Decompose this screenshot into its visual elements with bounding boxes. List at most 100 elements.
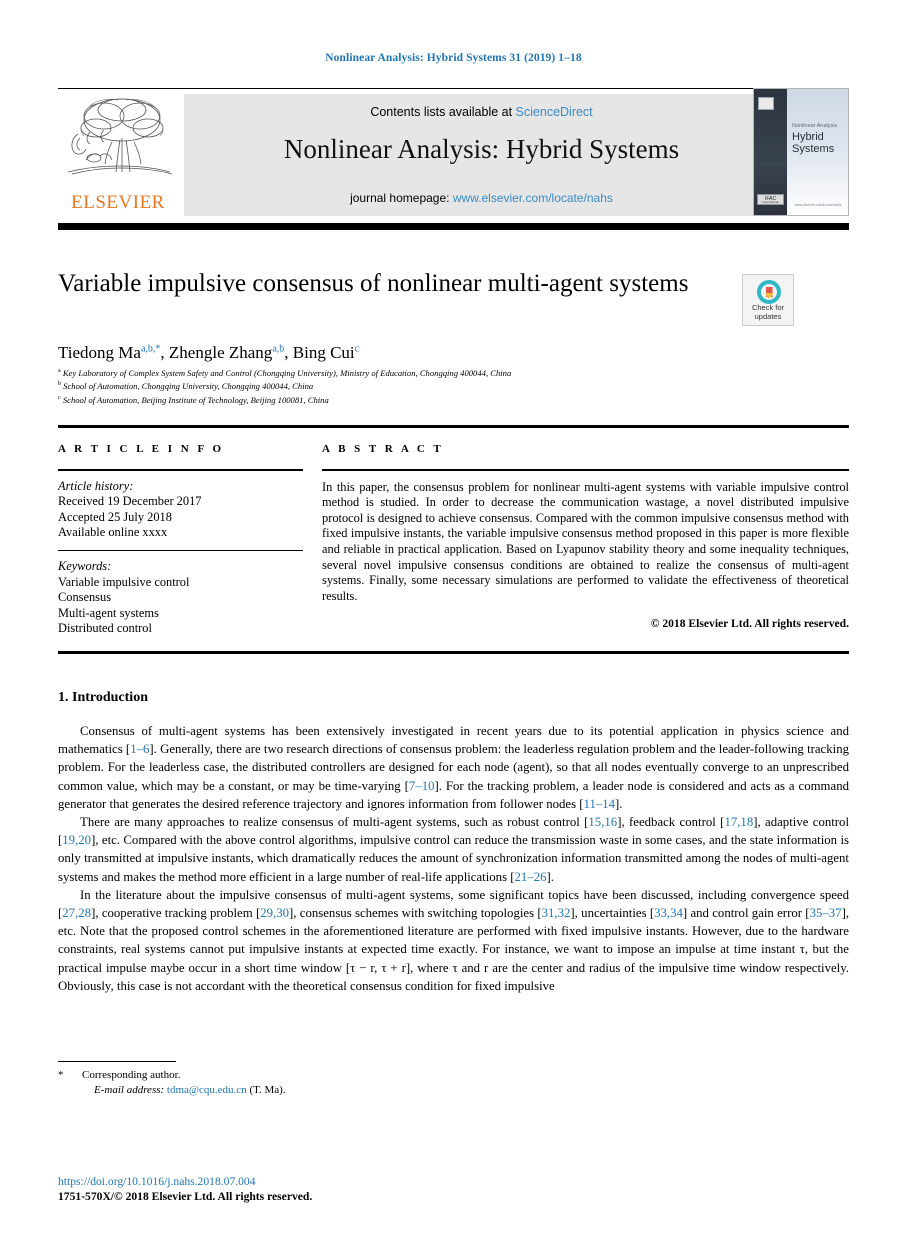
author-name: Zhengle Zhang: [168, 343, 273, 362]
citation-link[interactable]: 11–14: [584, 797, 616, 811]
keyword-item: Multi-agent systems: [58, 605, 159, 620]
citation-link[interactable]: 27,28: [62, 906, 91, 920]
keywords-group: Keywords: Variable impulsive control Con…: [58, 559, 303, 637]
author-name: Bing Cui: [292, 343, 355, 362]
keywords-rule: [58, 549, 303, 552]
cover-title: Hybrid Systems: [792, 131, 846, 155]
author-affiliation-marker: a,b,*: [140, 343, 161, 355]
affiliation-marker: a: [58, 368, 61, 374]
abstract-rule: [322, 469, 849, 471]
masthead-top-rule: [58, 88, 849, 89]
citation-link[interactable]: 31,32: [542, 906, 571, 920]
paragraph-text: There are many approaches to realize con…: [80, 815, 589, 830]
journal-title: Nonlinear Analysis: Hybrid Systems: [283, 134, 680, 164]
paragraph-text: ], feedback control [: [617, 815, 725, 830]
crossmark-inner-icon: [761, 284, 777, 300]
citation-link[interactable]: 35–37: [810, 906, 842, 920]
masthead-thick-divider: [58, 223, 849, 230]
keyword-item: Variable impulsive control: [58, 574, 190, 589]
cover-title-line1: Hybrid: [792, 131, 824, 143]
body-text: Consensus of multi-agent systems has bee…: [58, 722, 849, 995]
affiliation-item: a Key Laboratory of Complex System Safet…: [58, 366, 848, 379]
section-heading-introduction: 1. Introduction: [58, 690, 148, 705]
citation-link[interactable]: 29,30: [260, 906, 289, 920]
affiliation-marker: b: [58, 381, 61, 388]
paragraph-text: ] and control gain error [: [682, 906, 810, 921]
body-paragraph: There are many approaches to realize con…: [58, 813, 849, 886]
paragraph-text: ].: [546, 869, 554, 884]
corresponding-author-text: Corresponding author.: [82, 1069, 181, 1081]
affiliation-list: a Key Laboratory of Complex System Safet…: [58, 366, 848, 406]
doi-block: https://doi.org/10.1016/j.nahs.2018.07.0…: [58, 1174, 558, 1204]
email-note: E-mail address: tdma@cqu.edu.cn (T. Ma).: [58, 1083, 558, 1098]
article-history-item: Available online xxxx: [58, 525, 168, 540]
journal-homepage-link[interactable]: www.elsevier.com/locate/nahs: [453, 191, 613, 205]
body-section-top-rule: [58, 651, 849, 654]
footnote-rule: [58, 1061, 176, 1063]
homepage-prefix: journal homepage:: [350, 191, 453, 205]
article-history-item: Accepted 25 July 2018: [58, 509, 172, 524]
citation-link[interactable]: 15,16: [588, 815, 617, 829]
contents-box: Contents lists available at ScienceDirec…: [184, 94, 779, 216]
cover-superline: Nonlinear Analysis: [792, 123, 838, 129]
keyword-item: Consensus: [58, 590, 112, 605]
footnote-block: * Corresponding author. E-mail address: t…: [58, 1068, 558, 1097]
article-history-group: Article history: Received 19 December 20…: [58, 479, 303, 541]
crossmark-label-line2: updates: [754, 311, 782, 321]
author-name: Tiedong Ma: [58, 343, 141, 362]
article-info-rule: [58, 469, 303, 471]
paragraph-text: ], uncertainties [: [570, 906, 655, 921]
paragraph-text: ], consensus schemes with switching topo…: [289, 906, 542, 921]
corresponding-author-marker: *: [58, 1069, 64, 1081]
article-info-column: A R T I C L E I N F O Article history: R…: [58, 443, 303, 637]
paragraph-text: ].: [615, 796, 623, 811]
keyword-item: Distributed control: [58, 621, 152, 636]
email-suffix: (T. Ma).: [249, 1083, 286, 1096]
author-list: Tiedong Maa,b,*, Zhengle Zhanga,b, Bing …: [58, 343, 360, 362]
article-info-heading: A R T I C L E I N F O: [58, 443, 225, 455]
crossmark-label: Check for updates: [743, 303, 793, 321]
citation-link[interactable]: 19,20: [62, 833, 91, 847]
journal-article-page: Nonlinear Analysis: Hybrid Systems 31 (2…: [0, 0, 907, 1238]
email-label: E-mail address:: [94, 1083, 165, 1096]
abstract-column: A B S T R A C T In this paper, the conse…: [322, 443, 849, 630]
article-history-label: Article history:: [58, 478, 134, 493]
keywords-label: Keywords:: [58, 559, 112, 574]
sciencedirect-link[interactable]: ScienceDirect: [516, 105, 593, 119]
contents-lists-line: Contents lists available at ScienceDirec…: [184, 105, 779, 119]
info-section-top-rule: [58, 425, 849, 428]
cover-footer-url: www.elsevier.com/locate/nahs: [794, 203, 842, 207]
ifac-badge-sub: International Federation of Automatic Co…: [758, 200, 783, 212]
contents-prefix: Contents lists available at: [370, 105, 516, 119]
body-paragraph: In the literature about the impulsive co…: [58, 886, 849, 995]
cover-title-line2: Systems: [792, 143, 835, 155]
body-paragraph: Consensus of multi-agent systems has bee…: [58, 722, 849, 813]
citation-link[interactable]: 17,18: [724, 815, 753, 829]
doi-link[interactable]: https://doi.org/10.1016/j.nahs.2018.07.0…: [58, 1175, 256, 1188]
cover-top-badge-icon: [758, 97, 774, 110]
citation-link[interactable]: 7–10: [409, 779, 435, 793]
copyright-line: © 2018 Elsevier Ltd. All rights reserved…: [650, 617, 849, 631]
elsevier-wordmark: ELSEVIER: [71, 192, 165, 213]
elsevier-tree-icon: [60, 94, 178, 186]
abstract-text: In this paper, the consensus problem for…: [322, 479, 849, 603]
paragraph-text: ], cooperative tracking problem [: [91, 906, 261, 921]
affiliation-text: School of Automation, Beijing Institute …: [62, 394, 329, 405]
crossmark-badge[interactable]: Check for updates: [742, 274, 794, 326]
corresponding-author-note: * Corresponding author.: [58, 1068, 558, 1083]
page-title: Variable impulsive consensus of nonlinea…: [58, 270, 689, 297]
citation-link[interactable]: 21–26: [515, 870, 547, 884]
affiliation-text: School of Automation, Chongqing Universi…: [63, 381, 314, 392]
email-link[interactable]: tdma@cqu.edu.cn: [167, 1084, 247, 1096]
author-affiliation-marker: a,b: [272, 343, 285, 355]
elsevier-logo: ELSEVIER: [58, 94, 180, 216]
affiliation-marker: c: [58, 394, 61, 401]
affiliation-item: c School of Automation, Beijing Institut…: [58, 393, 848, 406]
abstract-heading: A B S T R A C T: [322, 443, 444, 455]
citation-link[interactable]: 1–6: [130, 742, 149, 756]
affiliation-item: b School of Automation, Chongqing Univer…: [58, 379, 848, 392]
paragraph-text: ], etc. Compared with the above control …: [58, 833, 849, 884]
journal-homepage-line: journal homepage: www.elsevier.com/locat…: [184, 191, 779, 205]
citation-link[interactable]: 33,34: [654, 906, 683, 920]
running-head: Nonlinear Analysis: Hybrid Systems 31 (2…: [325, 52, 582, 64]
